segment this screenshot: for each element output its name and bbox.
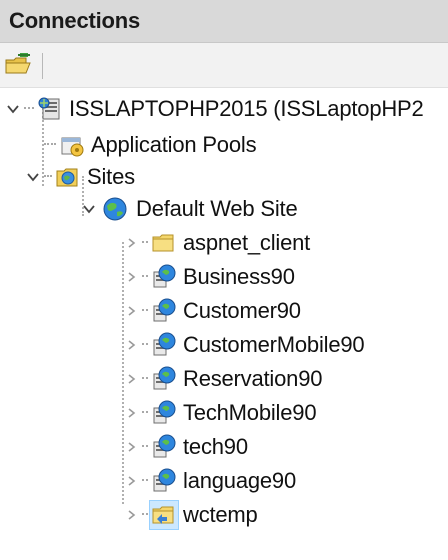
tree-connector (142, 377, 148, 381)
web-app-icon (149, 262, 179, 292)
tree-node-server[interactable]: ISSLAPTOPHP2015 (ISSLaptopHP2 (2, 92, 424, 126)
tree-node-label: Reservation90 (183, 366, 323, 391)
tree-node-label: wctemp (183, 502, 258, 527)
app-pool-icon (57, 130, 87, 160)
tree-node-label: Business90 (183, 264, 295, 289)
tree-connector (44, 175, 52, 179)
chevron-right-icon[interactable] (120, 300, 142, 322)
tree-node-label: language90 (183, 468, 297, 493)
tree-connector (142, 445, 148, 449)
tree-node-default-web-site[interactable]: Default Web Site (83, 192, 298, 226)
tree-node-label: TechMobile90 (183, 400, 317, 425)
web-app-icon (149, 296, 179, 326)
chevron-right-icon[interactable] (120, 232, 142, 254)
tree-node-customer90[interactable]: Customer90 (128, 294, 301, 328)
tree-node-wctemp[interactable]: wctemp (128, 498, 258, 532)
tree-node-label: Sites (87, 164, 135, 189)
folder-icon (149, 228, 179, 258)
chevron-right-icon[interactable] (120, 504, 142, 526)
tree-node-label: ISSLAPTOPHP2015 (ISSLaptopHP2 (69, 96, 424, 121)
chevron-right-icon[interactable] (120, 436, 142, 458)
tree-node-label: aspnet_client (183, 230, 311, 255)
web-app-icon (149, 466, 179, 496)
tree-node-application-pools[interactable]: Application Pools (44, 128, 257, 162)
chevron-down-icon[interactable] (78, 198, 100, 220)
tree-connector (142, 411, 148, 415)
tree-connector (142, 479, 148, 483)
web-app-icon (149, 330, 179, 360)
tree-connector (44, 143, 56, 147)
tree-connector (24, 107, 34, 111)
connections-toolbar (0, 43, 448, 88)
web-app-icon (149, 398, 179, 428)
tree-connector (142, 513, 148, 517)
tree-node-language90[interactable]: language90 (128, 464, 296, 498)
tree-node-tech90[interactable]: tech90 (128, 430, 248, 464)
chevron-right-icon[interactable] (120, 266, 142, 288)
tree-node-sites[interactable]: Sites (27, 160, 135, 194)
tree-connector (142, 241, 148, 245)
chevron-right-icon[interactable] (120, 470, 142, 492)
tree-connector (142, 309, 148, 313)
tree-node-aspnet-client[interactable]: aspnet_client (128, 226, 310, 260)
tree-connector (142, 343, 148, 347)
connections-tree: ISSLAPTOPHP2015 (ISSLaptopHP2 Applicatio… (0, 88, 448, 560)
web-app-icon (149, 432, 179, 462)
tree-node-reservation90[interactable]: Reservation90 (128, 362, 322, 396)
chevron-down-icon[interactable] (22, 166, 44, 188)
tree-node-label: Default Web Site (136, 196, 298, 221)
tree-connector (142, 275, 148, 279)
tree-node-label: Application Pools (91, 132, 257, 157)
chevron-right-icon[interactable] (120, 368, 142, 390)
folder-connect-icon[interactable] (4, 51, 32, 79)
chevron-right-icon[interactable] (120, 402, 142, 424)
tree-node-business90[interactable]: Business90 (128, 260, 295, 294)
globe-icon (100, 194, 130, 224)
tree-node-label: tech90 (183, 434, 248, 459)
chevron-right-icon[interactable] (120, 334, 142, 356)
tree-node-customermobile90[interactable]: CustomerMobile90 (128, 328, 365, 362)
virtual-dir-icon (149, 500, 179, 530)
connections-header: Connections (0, 0, 448, 43)
server-icon (35, 94, 65, 124)
toolbar-separator (42, 53, 43, 79)
panel-title: Connections (9, 8, 141, 33)
tree-node-label: CustomerMobile90 (183, 332, 365, 357)
web-app-icon (149, 364, 179, 394)
chevron-down-icon[interactable] (2, 98, 24, 120)
tree-node-techmobile90[interactable]: TechMobile90 (128, 396, 317, 430)
sites-folder-icon (53, 162, 83, 192)
tree-node-label: Customer90 (183, 298, 301, 323)
